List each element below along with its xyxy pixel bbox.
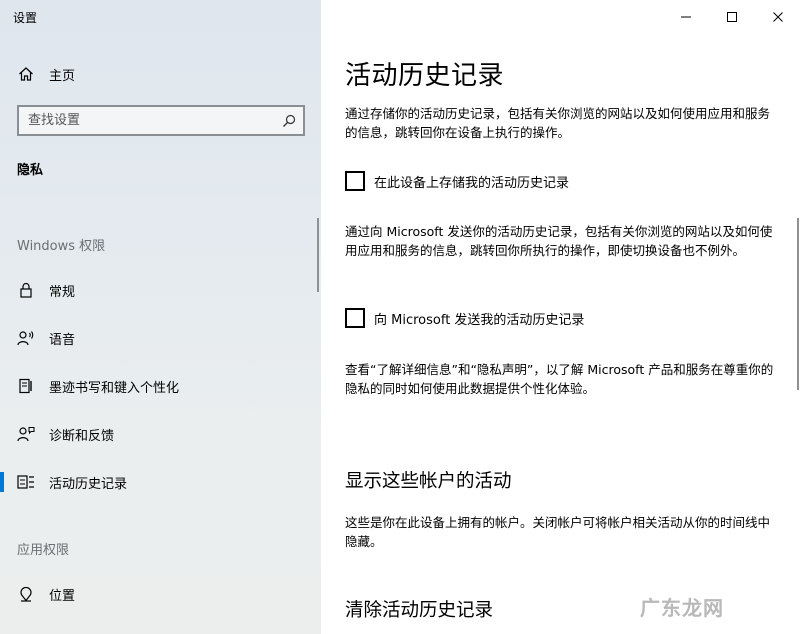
- close-button[interactable]: [755, 0, 801, 34]
- page-title: 活动历史记录: [345, 61, 505, 91]
- minimize-button[interactable]: [663, 0, 709, 34]
- selection-indicator: [0, 472, 4, 492]
- accounts-section-title: 显示这些帐户的活动: [345, 471, 512, 492]
- sidebar-item-diagnostics[interactable]: 诊断和反馈: [0, 414, 321, 454]
- maximize-button[interactable]: [709, 0, 755, 34]
- sidebar-item-label: 墨迹书写和键入个性化: [49, 380, 180, 396]
- accounts-text: 这些是你在此设备上拥有的帐户。关闭帐户可将帐户相关活动从你的时间线中隐藏。: [345, 515, 771, 549]
- sidebar-item-label: 活动历史记录: [49, 476, 128, 492]
- app-permissions-heading: 应用权限: [17, 543, 70, 558]
- sidebar-item-activity-history[interactable]: 活动历史记录: [0, 462, 321, 502]
- activity-history-icon: [17, 473, 35, 491]
- intro-text: 通过存储你的活动历史记录，包括有关你浏览的网站以及如何使用应用和服务的信息，跳转…: [345, 106, 771, 140]
- search-input[interactable]: [19, 107, 269, 134]
- clear-history-title: 清除活动历史记录: [345, 600, 494, 621]
- learn-more-text: 查看“了解详细信息”和“隐私声明”，以了解 Microsoft 产品和服务在尊重…: [345, 362, 774, 396]
- location-icon: [17, 585, 35, 603]
- sidebar-item-label: 常规: [49, 284, 76, 300]
- sidebar-item-inking[interactable]: 墨迹书写和键入个性化: [0, 366, 321, 406]
- sidebar-item-label: 诊断和反馈: [49, 428, 115, 444]
- sidebar-item-label: 主页: [49, 68, 76, 84]
- search-icon[interactable]: [282, 113, 296, 127]
- speech-icon: [17, 329, 35, 347]
- send-microsoft-checkbox-label[interactable]: 向 Microsoft 发送我的活动历史记录: [374, 309, 584, 328]
- sidebar-item-home[interactable]: 主页: [0, 54, 321, 94]
- home-icon: [17, 65, 35, 83]
- sidebar-item-speech[interactable]: 语音: [0, 318, 321, 358]
- sidebar-item-location[interactable]: 位置: [0, 574, 321, 614]
- window-title: 设置: [13, 11, 38, 25]
- store-local-checkbox-row[interactable]: 在此设备上存储我的活动历史记录: [345, 170, 569, 192]
- search-box[interactable]: [17, 105, 305, 136]
- watermark-logo: 广东龙网: [640, 596, 724, 620]
- lock-icon: [17, 281, 35, 299]
- ink-icon: [17, 377, 35, 395]
- sidebar-item-label: 位置: [49, 588, 76, 604]
- sidebar: 设置 主页 隐私 Windows 权限 常规 语音 墨迹书写和键入个性化: [0, 0, 321, 634]
- send-microsoft-checkbox-row[interactable]: 向 Microsoft 发送我的活动历史记录: [345, 307, 584, 329]
- store-local-checkbox[interactable]: [345, 171, 365, 191]
- feedback-icon: [17, 425, 35, 443]
- minimize-icon: [681, 16, 691, 18]
- windows-permissions-heading: Windows 权限: [17, 239, 106, 254]
- store-local-checkbox-label[interactable]: 在此设备上存储我的活动历史记录: [374, 172, 569, 191]
- send-microsoft-checkbox[interactable]: [345, 308, 365, 328]
- sidebar-item-general[interactable]: 常规: [0, 270, 321, 310]
- category-heading: 隐私: [17, 163, 44, 178]
- maximize-icon: [727, 12, 737, 22]
- close-icon: [773, 12, 783, 22]
- content-scrollbar[interactable]: [797, 218, 799, 390]
- sidebar-item-label: 语音: [49, 332, 76, 348]
- content-pane: 活动历史记录 通过存储你的活动历史记录，包括有关你浏览的网站以及如何使用应用和服…: [321, 0, 802, 634]
- sidebar-scrollbar[interactable]: [317, 218, 319, 292]
- microsoft-text: 通过向 Microsoft 发送你的活动历史记录，包括有关你浏览的网站以及如何使…: [345, 224, 773, 258]
